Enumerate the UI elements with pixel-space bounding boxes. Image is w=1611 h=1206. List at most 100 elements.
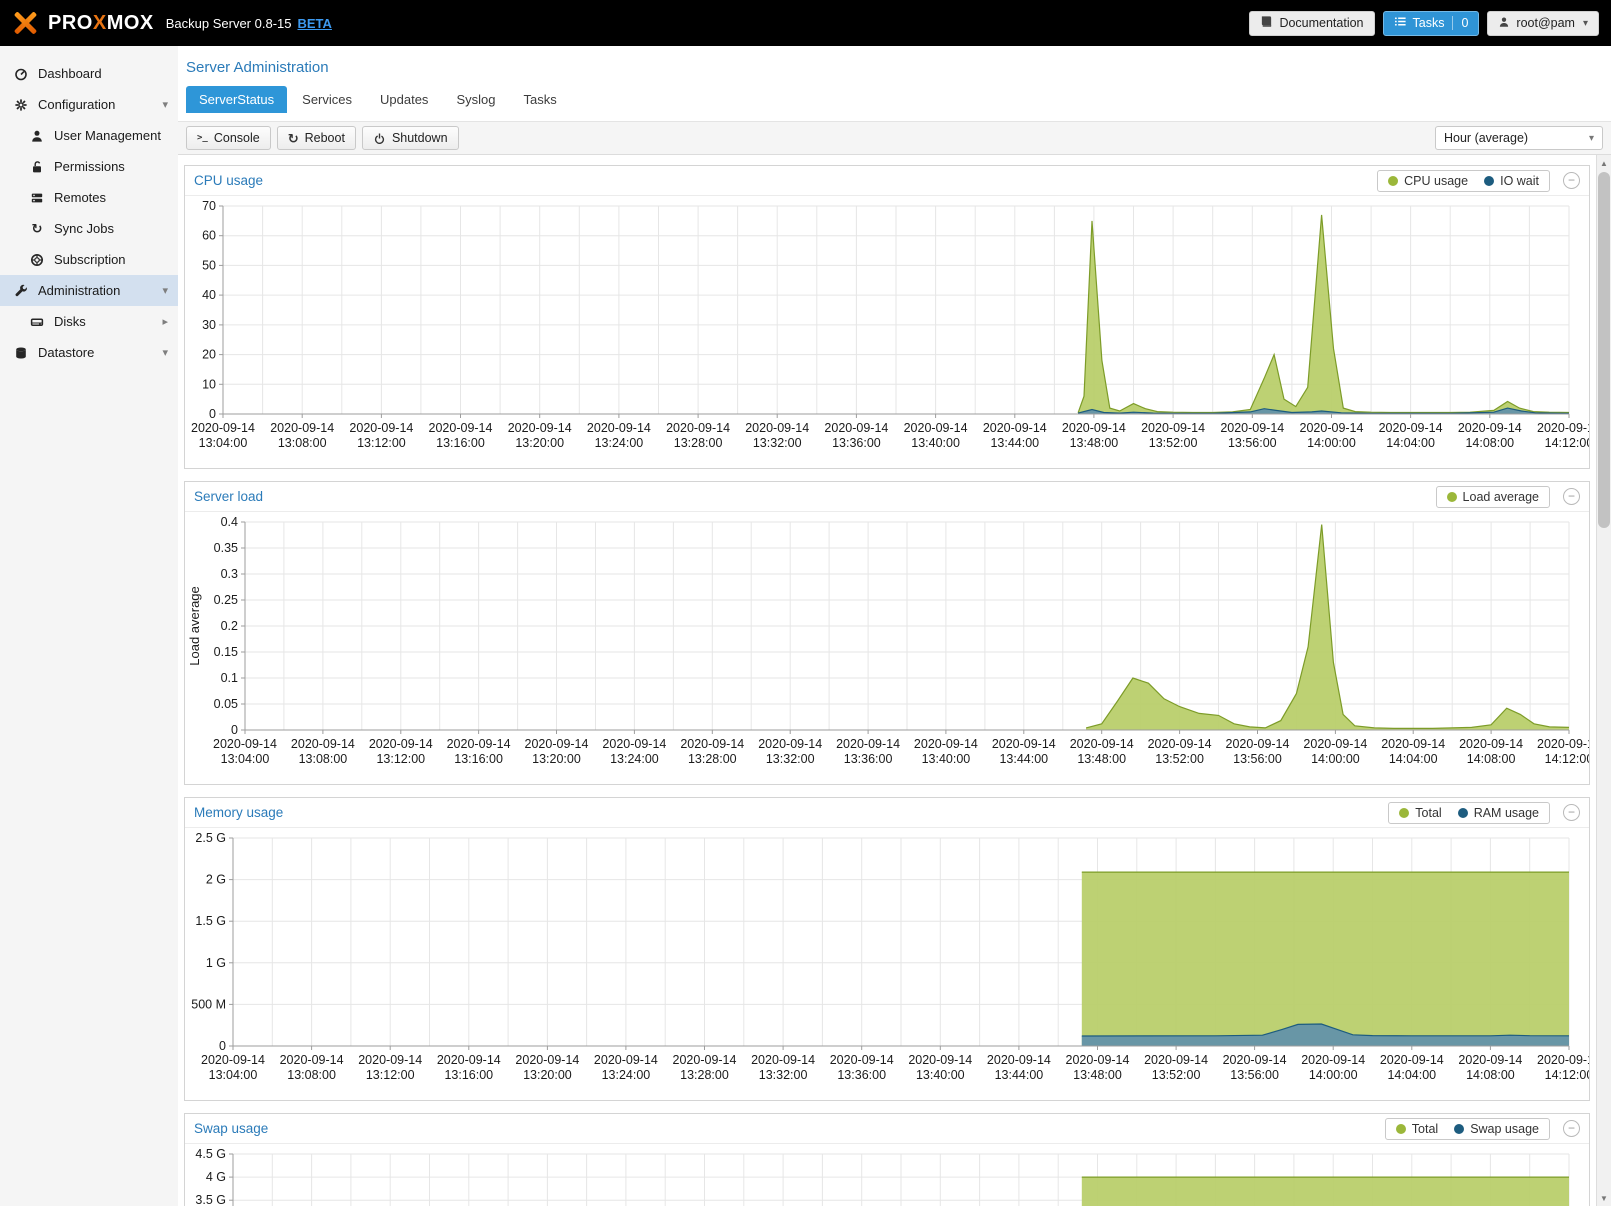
svg-text:2020-09-14: 2020-09-14	[992, 737, 1056, 751]
svg-text:2020-09-14: 2020-09-14	[369, 737, 433, 751]
svg-text:40: 40	[202, 288, 216, 302]
header-actions: Documentation Tasks 0 root@pam ▾	[1249, 11, 1599, 36]
legend-dot	[1458, 808, 1468, 818]
tab-services[interactable]: Services	[289, 86, 365, 113]
tab-tasks[interactable]: Tasks	[510, 86, 569, 113]
legend-item[interactable]: CPU usage	[1388, 174, 1468, 188]
svg-text:2020-09-14: 2020-09-14	[515, 1053, 579, 1067]
memory-chart: 0500 M1 G1.5 G2 G2.5 G2020-09-1413:04:00…	[185, 828, 1589, 1100]
sidebar-item-label: Sync Jobs	[54, 221, 114, 236]
svg-text:2020-09-14: 2020-09-14	[680, 737, 744, 751]
user-menu-label: root@pam	[1516, 16, 1575, 30]
sidebar-item-dashboard[interactable]: Dashboard	[0, 58, 178, 89]
svg-text:2020-09-14: 2020-09-14	[1066, 1053, 1130, 1067]
timeframe-select[interactable]: Hour (average) ▾	[1435, 126, 1603, 150]
chevron-down-icon[interactable]: ▾	[162, 284, 168, 297]
legend-item[interactable]: Swap usage	[1454, 1122, 1539, 1136]
svg-text:2020-09-14: 2020-09-14	[758, 737, 822, 751]
svg-text:13:48:00: 13:48:00	[1077, 752, 1126, 766]
sidebar-item-subscription[interactable]: Subscription	[0, 244, 178, 275]
sidebar-item-permissions[interactable]: Permissions	[0, 151, 178, 182]
panel-swap: Swap usageTotalSwap usage−0500 M1 G1.5 G…	[184, 1113, 1590, 1206]
svg-text:2020-09-14: 2020-09-14	[602, 737, 666, 751]
svg-text:13:24:00: 13:24:00	[610, 752, 659, 766]
sidebar-item-administration[interactable]: Administration▾	[0, 275, 178, 306]
svg-text:0.35: 0.35	[214, 541, 238, 555]
legend-dot	[1388, 176, 1398, 186]
svg-text:14:12:00: 14:12:00	[1545, 1068, 1589, 1082]
tab-syslog[interactable]: Syslog	[443, 86, 508, 113]
svg-text:2020-09-14: 2020-09-14	[836, 737, 900, 751]
chevron-right-icon[interactable]: ▸	[162, 315, 168, 328]
svg-text:13:40:00: 13:40:00	[916, 1068, 965, 1082]
legend-item[interactable]: Load average	[1447, 490, 1539, 504]
reboot-button[interactable]: ↻ Reboot	[277, 126, 356, 150]
sidebar: DashboardConfiguration▾User ManagementPe…	[0, 46, 178, 1206]
svg-text:13:08:00: 13:08:00	[299, 752, 348, 766]
svg-text:13:56:00: 13:56:00	[1230, 1068, 1279, 1082]
terminal-icon: >_	[197, 133, 208, 143]
chevron-down-icon: ▾	[1583, 18, 1588, 29]
svg-text:2020-09-14: 2020-09-14	[447, 737, 511, 751]
svg-text:14:12:00: 14:12:00	[1545, 752, 1589, 766]
brand-post: MOX	[107, 12, 154, 34]
chart-body: 0500 M1 G1.5 G2 G2.5 G3 G3.5 G4 G4.5 G20…	[185, 1144, 1589, 1206]
svg-text:13:40:00: 13:40:00	[922, 752, 971, 766]
user-menu-button[interactable]: root@pam ▾	[1487, 11, 1599, 36]
shutdown-button[interactable]: Shutdown	[362, 126, 459, 150]
svg-text:13:20:00: 13:20:00	[532, 752, 581, 766]
collapse-icon[interactable]: −	[1563, 804, 1580, 821]
panel-header: Memory usageTotalRAM usage−	[185, 798, 1589, 828]
legend-item[interactable]: IO wait	[1484, 174, 1539, 188]
sidebar-item-remotes[interactable]: Remotes	[0, 182, 178, 213]
tab-serverstatus[interactable]: ServerStatus	[186, 86, 287, 113]
legend-item[interactable]: Total	[1396, 1122, 1438, 1136]
svg-text:2020-09-14: 2020-09-14	[201, 1053, 265, 1067]
legend-label: Total	[1412, 1122, 1438, 1136]
chevron-down-icon[interactable]: ▾	[162, 346, 168, 359]
collapse-icon[interactable]: −	[1563, 1120, 1580, 1137]
chart-legend: CPU usage IO wait	[1377, 170, 1550, 192]
sidebar-item-configuration[interactable]: Configuration▾	[0, 89, 178, 120]
sidebar-item-user-management[interactable]: User Management	[0, 120, 178, 151]
svg-text:2020-09-14: 2020-09-14	[594, 1053, 658, 1067]
cpu-chart: 0102030405060702020-09-1413:04:002020-09…	[185, 196, 1589, 468]
svg-text:0.2: 0.2	[221, 619, 238, 633]
product-version: Backup Server 0.8-15	[166, 16, 292, 31]
svg-text:0.05: 0.05	[214, 697, 238, 711]
svg-text:13:52:00: 13:52:00	[1155, 752, 1204, 766]
svg-text:0: 0	[219, 1039, 226, 1053]
legend-label: Load average	[1463, 490, 1539, 504]
svg-text:2020-09-14: 2020-09-14	[1148, 737, 1212, 751]
scrollbar-thumb[interactable]	[1598, 172, 1610, 528]
scroll-up-icon[interactable]: ▲	[1597, 155, 1611, 171]
chart-body: 0102030405060702020-09-1413:04:002020-09…	[185, 196, 1589, 468]
legend-label: Total	[1415, 806, 1441, 820]
svg-text:2020-09-14: 2020-09-14	[349, 421, 413, 435]
console-button[interactable]: >_ Console	[186, 126, 271, 150]
svg-text:13:56:00: 13:56:00	[1233, 752, 1282, 766]
tab-updates[interactable]: Updates	[367, 86, 441, 113]
sidebar-item-datastore[interactable]: Datastore▾	[0, 337, 178, 368]
vertical-scrollbar[interactable]: ▲ ▼	[1596, 155, 1611, 1206]
chevron-down-icon[interactable]: ▾	[162, 98, 168, 111]
tasks-button[interactable]: Tasks 0	[1383, 11, 1480, 36]
sidebar-item-sync-jobs[interactable]: ↻ Sync Jobs	[0, 213, 178, 244]
documentation-button[interactable]: Documentation	[1249, 11, 1374, 36]
refresh-icon: ↻	[28, 222, 46, 235]
beta-link[interactable]: BETA	[297, 16, 331, 31]
console-label: Console	[214, 131, 260, 145]
sidebar-item-label: Remotes	[54, 190, 106, 205]
svg-text:13:04:00: 13:04:00	[221, 752, 270, 766]
chart-body: 0500 M1 G1.5 G2 G2.5 G2020-09-1413:04:00…	[185, 828, 1589, 1100]
scroll-down-icon[interactable]: ▼	[1597, 1190, 1611, 1206]
svg-text:13:16:00: 13:16:00	[436, 436, 485, 450]
sidebar-item-disks[interactable]: Disks▸	[0, 306, 178, 337]
svg-text:13:20:00: 13:20:00	[515, 436, 564, 450]
legend-item[interactable]: Total	[1399, 806, 1441, 820]
collapse-icon[interactable]: −	[1563, 488, 1580, 505]
legend-item[interactable]: RAM usage	[1458, 806, 1539, 820]
timeframe-selected-value: Hour (average)	[1444, 131, 1528, 145]
panel-header: CPU usageCPU usage IO wait−	[185, 166, 1589, 196]
collapse-icon[interactable]: −	[1563, 172, 1580, 189]
